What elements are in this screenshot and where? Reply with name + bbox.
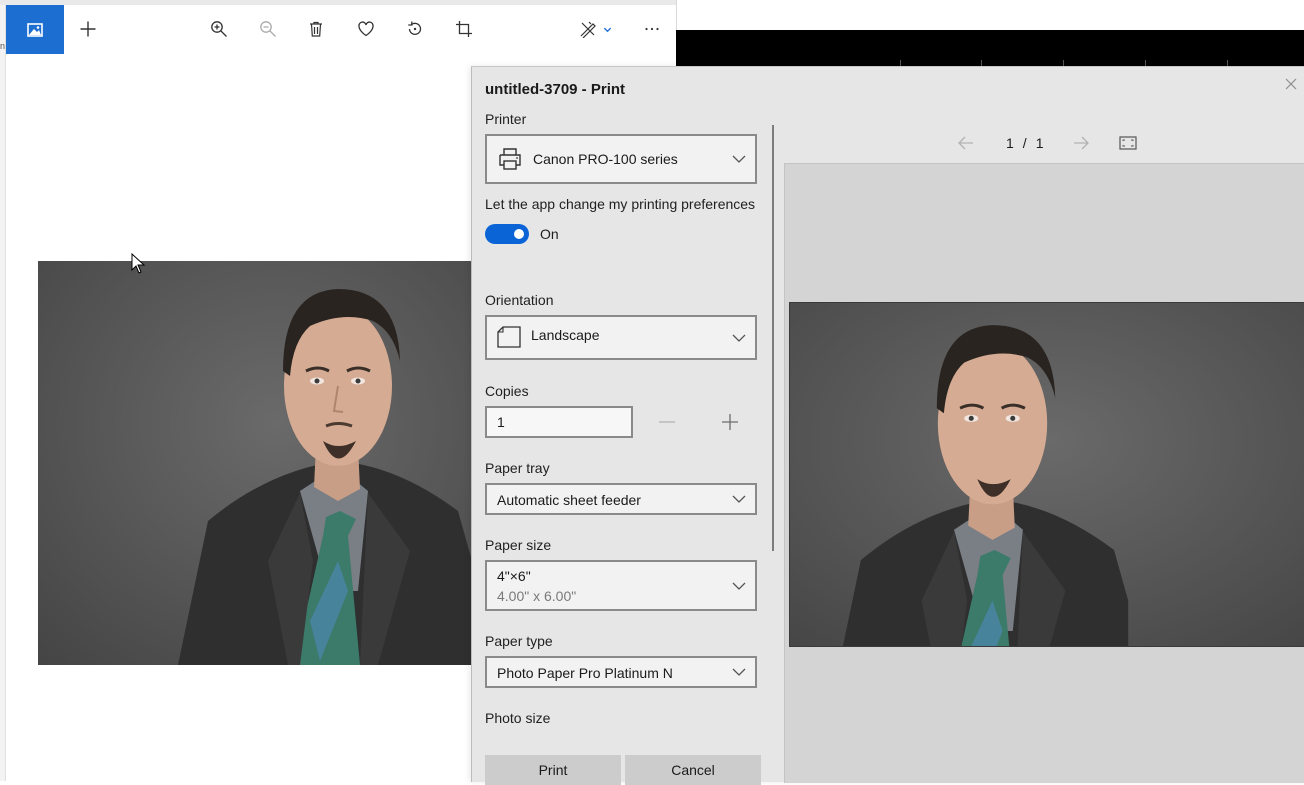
prefs-toggle[interactable]	[485, 224, 529, 244]
more-button[interactable]	[628, 5, 676, 53]
minus-icon	[659, 421, 675, 423]
orientation-label: Orientation	[485, 292, 554, 308]
printer-icon	[499, 148, 521, 170]
orientation-value: Landscape	[531, 327, 600, 343]
preview-photo	[789, 302, 1304, 647]
chevron-down-icon	[732, 495, 746, 503]
add-to-button[interactable]	[64, 5, 112, 53]
background-dark-bar	[676, 30, 1304, 66]
portrait-photo	[38, 261, 472, 665]
edit-create-button[interactable]	[572, 5, 618, 53]
plus-icon	[80, 21, 96, 37]
collection-button[interactable]	[6, 5, 64, 54]
fit-to-window-button[interactable]	[1119, 131, 1137, 155]
more-icon	[645, 27, 659, 31]
plus-icon	[722, 414, 738, 430]
photos-toolbar	[6, 5, 676, 55]
copies-decrement-button[interactable]	[656, 411, 678, 433]
paper-size-value: 4"×6"	[497, 568, 531, 584]
chevron-down-icon	[732, 668, 746, 676]
paper-size-label: Paper size	[485, 537, 552, 553]
zoom-in-icon	[211, 21, 227, 37]
zoom-out-button[interactable]	[244, 5, 292, 53]
crop-button[interactable]	[440, 5, 488, 53]
arrow-left-icon	[958, 136, 973, 150]
dialog-title: untitled-3709 - Print	[485, 81, 626, 98]
page-indicator: 1 / 1	[1006, 131, 1043, 155]
paper-type-label: Paper type	[485, 633, 553, 649]
fit-page-icon	[1119, 136, 1137, 150]
landscape-page-icon	[497, 326, 521, 348]
settings-scrollbar[interactable]	[772, 125, 774, 551]
page-separator: /	[1022, 135, 1027, 151]
page-total: 1	[1035, 135, 1044, 151]
page-current: 1	[1006, 135, 1014, 151]
zoom-in-button[interactable]	[195, 5, 243, 53]
paper-size-dimensions: 4.00" x 6.00"	[497, 588, 577, 604]
print-preview	[784, 163, 1304, 783]
arrow-right-icon	[1074, 136, 1089, 150]
edit-draw-icon	[580, 21, 596, 38]
image-icon	[27, 22, 43, 37]
crop-icon	[456, 21, 472, 37]
window-left-edge	[0, 5, 6, 781]
close-button[interactable]	[1277, 73, 1304, 95]
copies-label: Copies	[485, 383, 529, 399]
prefs-label: Let the app change my printing preferenc…	[485, 196, 756, 212]
photo-size-label: Photo size	[485, 710, 551, 726]
paper-type-select[interactable]: Photo Paper Pro Platinum N	[485, 656, 757, 688]
paper-tray-label: Paper tray	[485, 460, 550, 476]
delete-button[interactable]	[292, 5, 340, 53]
copies-increment-button[interactable]	[719, 411, 741, 433]
prefs-toggle-state: On	[540, 226, 559, 242]
chevron-down-icon	[732, 582, 746, 590]
printer-value: Canon PRO-100 series	[533, 151, 678, 167]
printer-label: Printer	[485, 111, 527, 127]
copies-input[interactable]	[485, 406, 633, 438]
orientation-select[interactable]: Landscape	[485, 315, 757, 360]
rotate-icon	[408, 21, 422, 35]
rotate-button[interactable]	[391, 5, 439, 53]
close-icon	[1285, 78, 1297, 90]
heart-icon	[358, 21, 374, 37]
paper-tray-value: Automatic sheet feeder	[497, 492, 641, 508]
zoom-out-icon	[260, 21, 276, 37]
trash-icon	[310, 21, 322, 37]
chevron-down-icon	[732, 334, 746, 342]
paper-tray-select[interactable]: Automatic sheet feeder	[485, 483, 757, 515]
favorite-button[interactable]	[342, 5, 390, 53]
printer-select[interactable]: Canon PRO-100 series	[485, 134, 757, 184]
previous-page-button[interactable]	[958, 131, 974, 155]
preview-portrait-illustration	[790, 303, 1304, 646]
print-dialog: untitled-3709 - Print Printer Canon PRO-…	[471, 66, 1304, 785]
chevron-down-icon	[603, 27, 611, 32]
edge-text: n	[0, 41, 6, 51]
portrait-illustration	[38, 261, 472, 665]
next-page-button[interactable]	[1073, 131, 1089, 155]
chevron-down-icon	[732, 155, 746, 163]
paper-size-select[interactable]: 4"×6" 4.00" x 6.00"	[485, 560, 757, 611]
paper-type-value: Photo Paper Pro Platinum N	[497, 665, 673, 681]
mouse-cursor-icon	[131, 253, 145, 274]
